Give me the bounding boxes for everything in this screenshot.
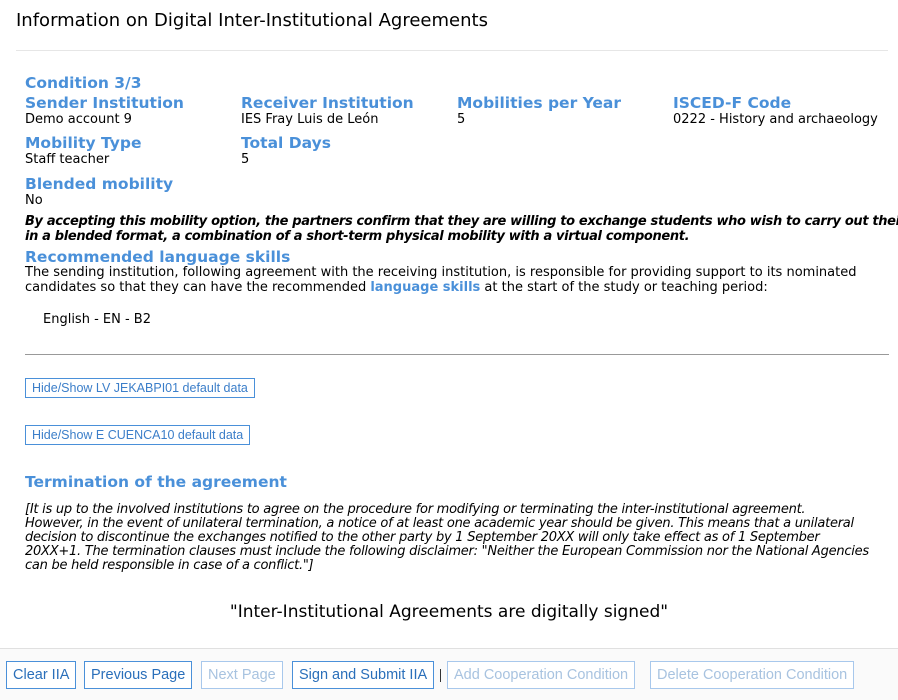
receiver-institution-label: Receiver Institution — [241, 94, 414, 112]
title-divider — [16, 50, 888, 51]
blended-note-line: in a blended format, a combination of a … — [25, 229, 690, 244]
toggle-e-default-data-button[interactable]: Hide/Show E CUENCA10 default data — [25, 425, 251, 445]
sender-institution-label: Sender Institution — [25, 94, 184, 112]
clear-iia-button[interactable]: Clear IIA — [6, 661, 77, 689]
termination-line: 20XX+1. The termination clauses must inc… — [25, 544, 869, 559]
language-skills-heading: Recommended language skills — [25, 248, 291, 266]
termination-line: However, in the event of unilateral term… — [25, 516, 854, 531]
mobilities-per-year-label: Mobilities per Year — [457, 94, 622, 112]
blended-mobility-value: No — [25, 193, 43, 208]
termination-heading: Termination of the agreement — [25, 473, 287, 491]
receiver-institution-value: IES Fray Luis de León — [241, 112, 379, 127]
delete-cooperation-condition-button[interactable]: Delete Cooperation Condition — [650, 661, 855, 689]
isced-code-value: 0222 - History and archaeology — [673, 112, 878, 127]
footer-toolbar: Clear IIA Previous Page Next Page Sign a… — [0, 648, 898, 700]
blended-note-line: By accepting this mobility option, the p… — [25, 214, 898, 229]
toolbar-separator — [440, 669, 441, 682]
previous-page-button[interactable]: Previous Page — [84, 661, 193, 689]
sign-and-submit-button[interactable]: Sign and Submit IIA — [292, 661, 435, 689]
section-divider — [25, 354, 889, 355]
language-para-text: at the start of the study or teaching pe… — [480, 279, 768, 295]
mobilities-per-year-value: 5 — [457, 112, 466, 127]
termination-line: can be held responsible in case of a con… — [25, 558, 314, 573]
mobility-type-label: Mobility Type — [25, 134, 142, 152]
add-cooperation-condition-button[interactable]: Add Cooperation Condition — [447, 661, 636, 689]
next-page-button[interactable]: Next Page — [201, 661, 283, 689]
total-days-label: Total Days — [241, 134, 331, 152]
digitally-signed-notice: "Inter-Institutional Agreements are digi… — [229, 602, 669, 622]
language-item: English - EN - B2 — [43, 312, 151, 327]
isced-code-label: ISCED-F Code — [673, 94, 792, 112]
toggle-lv-default-data-button[interactable]: Hide/Show LV JEKABPI01 default data — [25, 378, 255, 398]
page-title: Information on Digital Inter-Institution… — [16, 10, 488, 31]
termination-line: decision to discontinue the exchanges no… — [25, 530, 820, 545]
blended-mobility-note: By accepting this mobility option, the p… — [25, 214, 898, 244]
mobility-type-value: Staff teacher — [25, 152, 110, 167]
termination-line: [It is up to the involved institutions t… — [25, 503, 806, 517]
total-days-value: 5 — [241, 152, 250, 167]
language-skills-link[interactable]: language skills — [370, 280, 480, 295]
language-skills-paragraph: The sending institution, following agree… — [25, 265, 885, 295]
termination-text: [It is up to the involved institutions t… — [25, 503, 898, 573]
blended-mobility-label: Blended mobility — [25, 175, 174, 193]
condition-heading: Condition 3/3 — [25, 74, 142, 92]
sender-institution-value: Demo account 9 — [25, 112, 132, 127]
